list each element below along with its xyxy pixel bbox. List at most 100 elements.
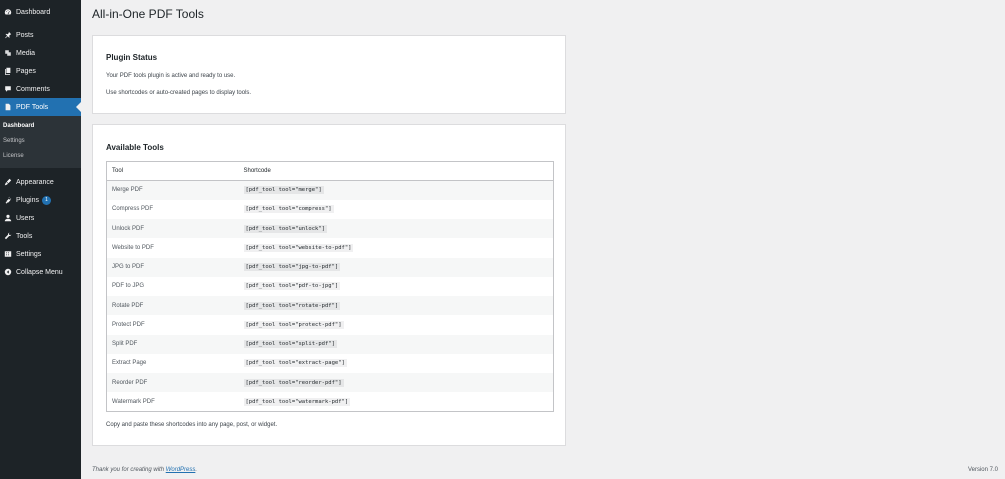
media-icon xyxy=(3,48,13,58)
shortcode-cell: [pdf_tool tool="merge"] xyxy=(238,180,554,200)
shortcode-cell: [pdf_tool tool="watermark-pdf"] xyxy=(239,392,554,411)
shortcode-text[interactable]: [pdf_tool tool="reorder-pdf"] xyxy=(243,378,344,387)
sidebar-item-settings[interactable]: Settings xyxy=(0,245,81,263)
shortcode-text[interactable]: [pdf_tool tool="watermark-pdf"] xyxy=(243,397,351,406)
sidebar-item-label: Pages xyxy=(16,67,36,75)
sidebar-collapse-menu[interactable]: Collapse Menu xyxy=(0,263,81,281)
tool-name-cell: Website to PDF xyxy=(112,244,154,251)
shortcode-text[interactable]: [pdf_tool tool="compress"] xyxy=(243,205,334,214)
comment-icon xyxy=(3,84,13,94)
table-row: Rotate PDF [pdf_tool tool="rotate-pdf"] xyxy=(106,296,554,316)
table-row: Split PDF [pdf_tool tool="split-pdf"] xyxy=(106,334,554,354)
shortcode-text[interactable]: [pdf_tool tool="protect-pdf"] xyxy=(243,320,344,329)
tool-name-cell: Merge PDF xyxy=(106,180,239,200)
admin-sidebar: Dashboard Posts Media Pages Comments PDF… xyxy=(0,0,81,479)
table-row: Compress PDF [pdf_tool tool="compress"] xyxy=(107,200,554,219)
table-row: Extract Page [pdf_tool tool="extract-page… xyxy=(107,354,554,373)
shortcode-text[interactable]: [pdf_tool tool="website-to-pdf"] xyxy=(243,243,354,252)
shortcode-cell: [pdf_tool tool="reorder-pdf"] xyxy=(238,373,554,393)
sidebar-item-label: Posts xyxy=(16,31,34,39)
column-header-tool: Tool xyxy=(106,161,239,181)
available-tools-heading: Available Tools xyxy=(106,143,164,152)
settings-icon xyxy=(3,249,13,259)
sidebar-item-label: Tools xyxy=(16,232,33,240)
tool-name-cell: PDF to JPG xyxy=(112,283,145,290)
tool-name-cell: Extract Page xyxy=(112,360,147,367)
plugins-update-badge: 1 xyxy=(41,195,51,205)
shortcode-cell: [pdf_tool tool="protect-pdf"] xyxy=(239,315,554,334)
shortcode-text[interactable]: [pdf_tool tool="pdf-to-jpg"] xyxy=(243,282,341,291)
sidebar-item-dashboard[interactable]: Dashboard xyxy=(0,3,81,21)
sidebar-item-plugins[interactable]: Plugins 1 xyxy=(0,191,81,209)
table-row: JPG to PDF [pdf_tool tool="jpg-to-pdf"] xyxy=(106,257,554,277)
tool-name-cell: Split PDF xyxy=(106,334,239,354)
footer-thanks-suffix: . xyxy=(195,467,198,473)
tool-name-cell: Protect PDF xyxy=(112,321,145,328)
user-icon xyxy=(3,213,13,223)
collapse-icon xyxy=(3,267,13,277)
tool-name-cell: Unlock PDF xyxy=(106,219,239,239)
footer-thanks: Thank you for creating with WordPress. xyxy=(92,467,197,473)
table-row: Watermark PDF [pdf_tool tool="watermark-p… xyxy=(107,392,554,411)
sidebar-item-label: Collapse Menu xyxy=(16,268,63,276)
shortcode-text[interactable]: [pdf_tool tool="extract-page"] xyxy=(243,359,347,368)
shortcode-text[interactable]: [pdf_tool tool="jpg-to-pdf"] xyxy=(243,263,341,272)
sidebar-item-label: Dashboard xyxy=(16,8,51,16)
tool-name-cell: JPG to PDF xyxy=(106,257,239,277)
pdf-icon xyxy=(3,102,13,112)
dashboard-icon xyxy=(3,7,13,17)
sidebar-item-label: Users xyxy=(16,214,35,222)
table-row: Protect PDF [pdf_tool tool="protect-pdf"] xyxy=(107,315,554,334)
sidebar-item-users[interactable]: Users xyxy=(0,209,81,227)
plugin-icon xyxy=(3,195,13,205)
sidebar-item-appearance[interactable]: Appearance xyxy=(0,173,81,191)
shortcode-text[interactable]: [pdf_tool tool="unlock"] xyxy=(243,224,327,233)
footer-thanks-prefix: Thank you for creating with xyxy=(92,467,166,473)
pin-icon xyxy=(3,30,13,40)
submenu-item-dashboard[interactable]: Dashboard xyxy=(3,123,34,129)
footer-version: Version 7.0 xyxy=(967,467,998,473)
wordpress-link[interactable]: WordPress xyxy=(166,467,196,473)
sidebar-item-comments[interactable]: Comments xyxy=(0,80,81,98)
sidebar-item-pdf-tools[interactable]: PDF Tools xyxy=(0,98,81,116)
table-row: PDF to JPG [pdf_tool tool="pdf-to-jpg"] xyxy=(107,277,554,296)
shortcode-cell: [pdf_tool tool="pdf-to-jpg"] xyxy=(239,277,554,296)
table-row: Unlock PDF [pdf_tool tool="unlock"] xyxy=(106,219,554,239)
sidebar-item-media[interactable]: Media xyxy=(0,44,81,62)
brush-icon xyxy=(3,177,13,187)
wrench-icon xyxy=(3,231,13,241)
page-title: All-in-One PDF Tools xyxy=(92,7,204,21)
shortcode-cell: [pdf_tool tool="unlock"] xyxy=(238,219,554,239)
tool-name-cell: Compress PDF xyxy=(112,206,154,213)
sidebar-item-label: Plugins xyxy=(16,196,39,204)
shortcode-cell: [pdf_tool tool="split-pdf"] xyxy=(238,334,554,354)
submenu-item-license[interactable]: License xyxy=(3,153,24,159)
tool-name-cell: Rotate PDF xyxy=(106,296,239,316)
tool-name-cell: Watermark PDF xyxy=(112,398,155,405)
tools-table: Tool Shortcode Merge PDF [pdf_tool tool="… xyxy=(106,161,554,412)
shortcode-text[interactable]: [pdf_tool tool="split-pdf"] xyxy=(243,340,337,349)
pages-icon xyxy=(3,66,13,76)
sidebar-item-pages[interactable]: Pages xyxy=(0,62,81,80)
shortcode-text[interactable]: [pdf_tool tool="rotate-pdf"] xyxy=(243,301,341,310)
sidebar-item-label: Appearance xyxy=(16,178,54,186)
sidebar-item-label: Media xyxy=(16,49,36,57)
shortcode-cell: [pdf_tool tool="website-to-pdf"] xyxy=(239,238,554,257)
table-row: Merge PDF [pdf_tool tool="merge"] xyxy=(106,180,554,200)
table-row: Reorder PDF [pdf_tool tool="reorder-pdf"] xyxy=(106,373,554,393)
available-tools-card: Available Tools Tool Shortcode Merge PDF… xyxy=(92,124,566,446)
shortcode-cell: [pdf_tool tool="compress"] xyxy=(239,200,554,219)
shortcode-cell: [pdf_tool tool="rotate-pdf"] xyxy=(238,296,554,316)
shortcode-usage-note: Copy and paste these shortcodes into any… xyxy=(106,422,278,428)
submenu-item-settings[interactable]: Settings xyxy=(3,138,25,144)
sidebar-item-posts[interactable]: Posts xyxy=(0,26,81,44)
table-row: Website to PDF [pdf_tool tool="website-to… xyxy=(107,238,554,257)
pdf-tools-submenu: Dashboard Settings License xyxy=(0,116,81,168)
shortcode-text[interactable]: [pdf_tool tool="merge"] xyxy=(243,186,324,195)
plugin-status-line-1: Your PDF tools plugin is active and read… xyxy=(106,73,236,79)
sidebar-item-tools[interactable]: Tools xyxy=(0,227,81,245)
tool-name-cell: Reorder PDF xyxy=(106,373,239,393)
plugin-status-heading: Plugin Status xyxy=(106,53,158,62)
shortcode-cell: [pdf_tool tool="extract-page"] xyxy=(239,354,554,373)
sidebar-item-label: Settings xyxy=(16,250,42,258)
